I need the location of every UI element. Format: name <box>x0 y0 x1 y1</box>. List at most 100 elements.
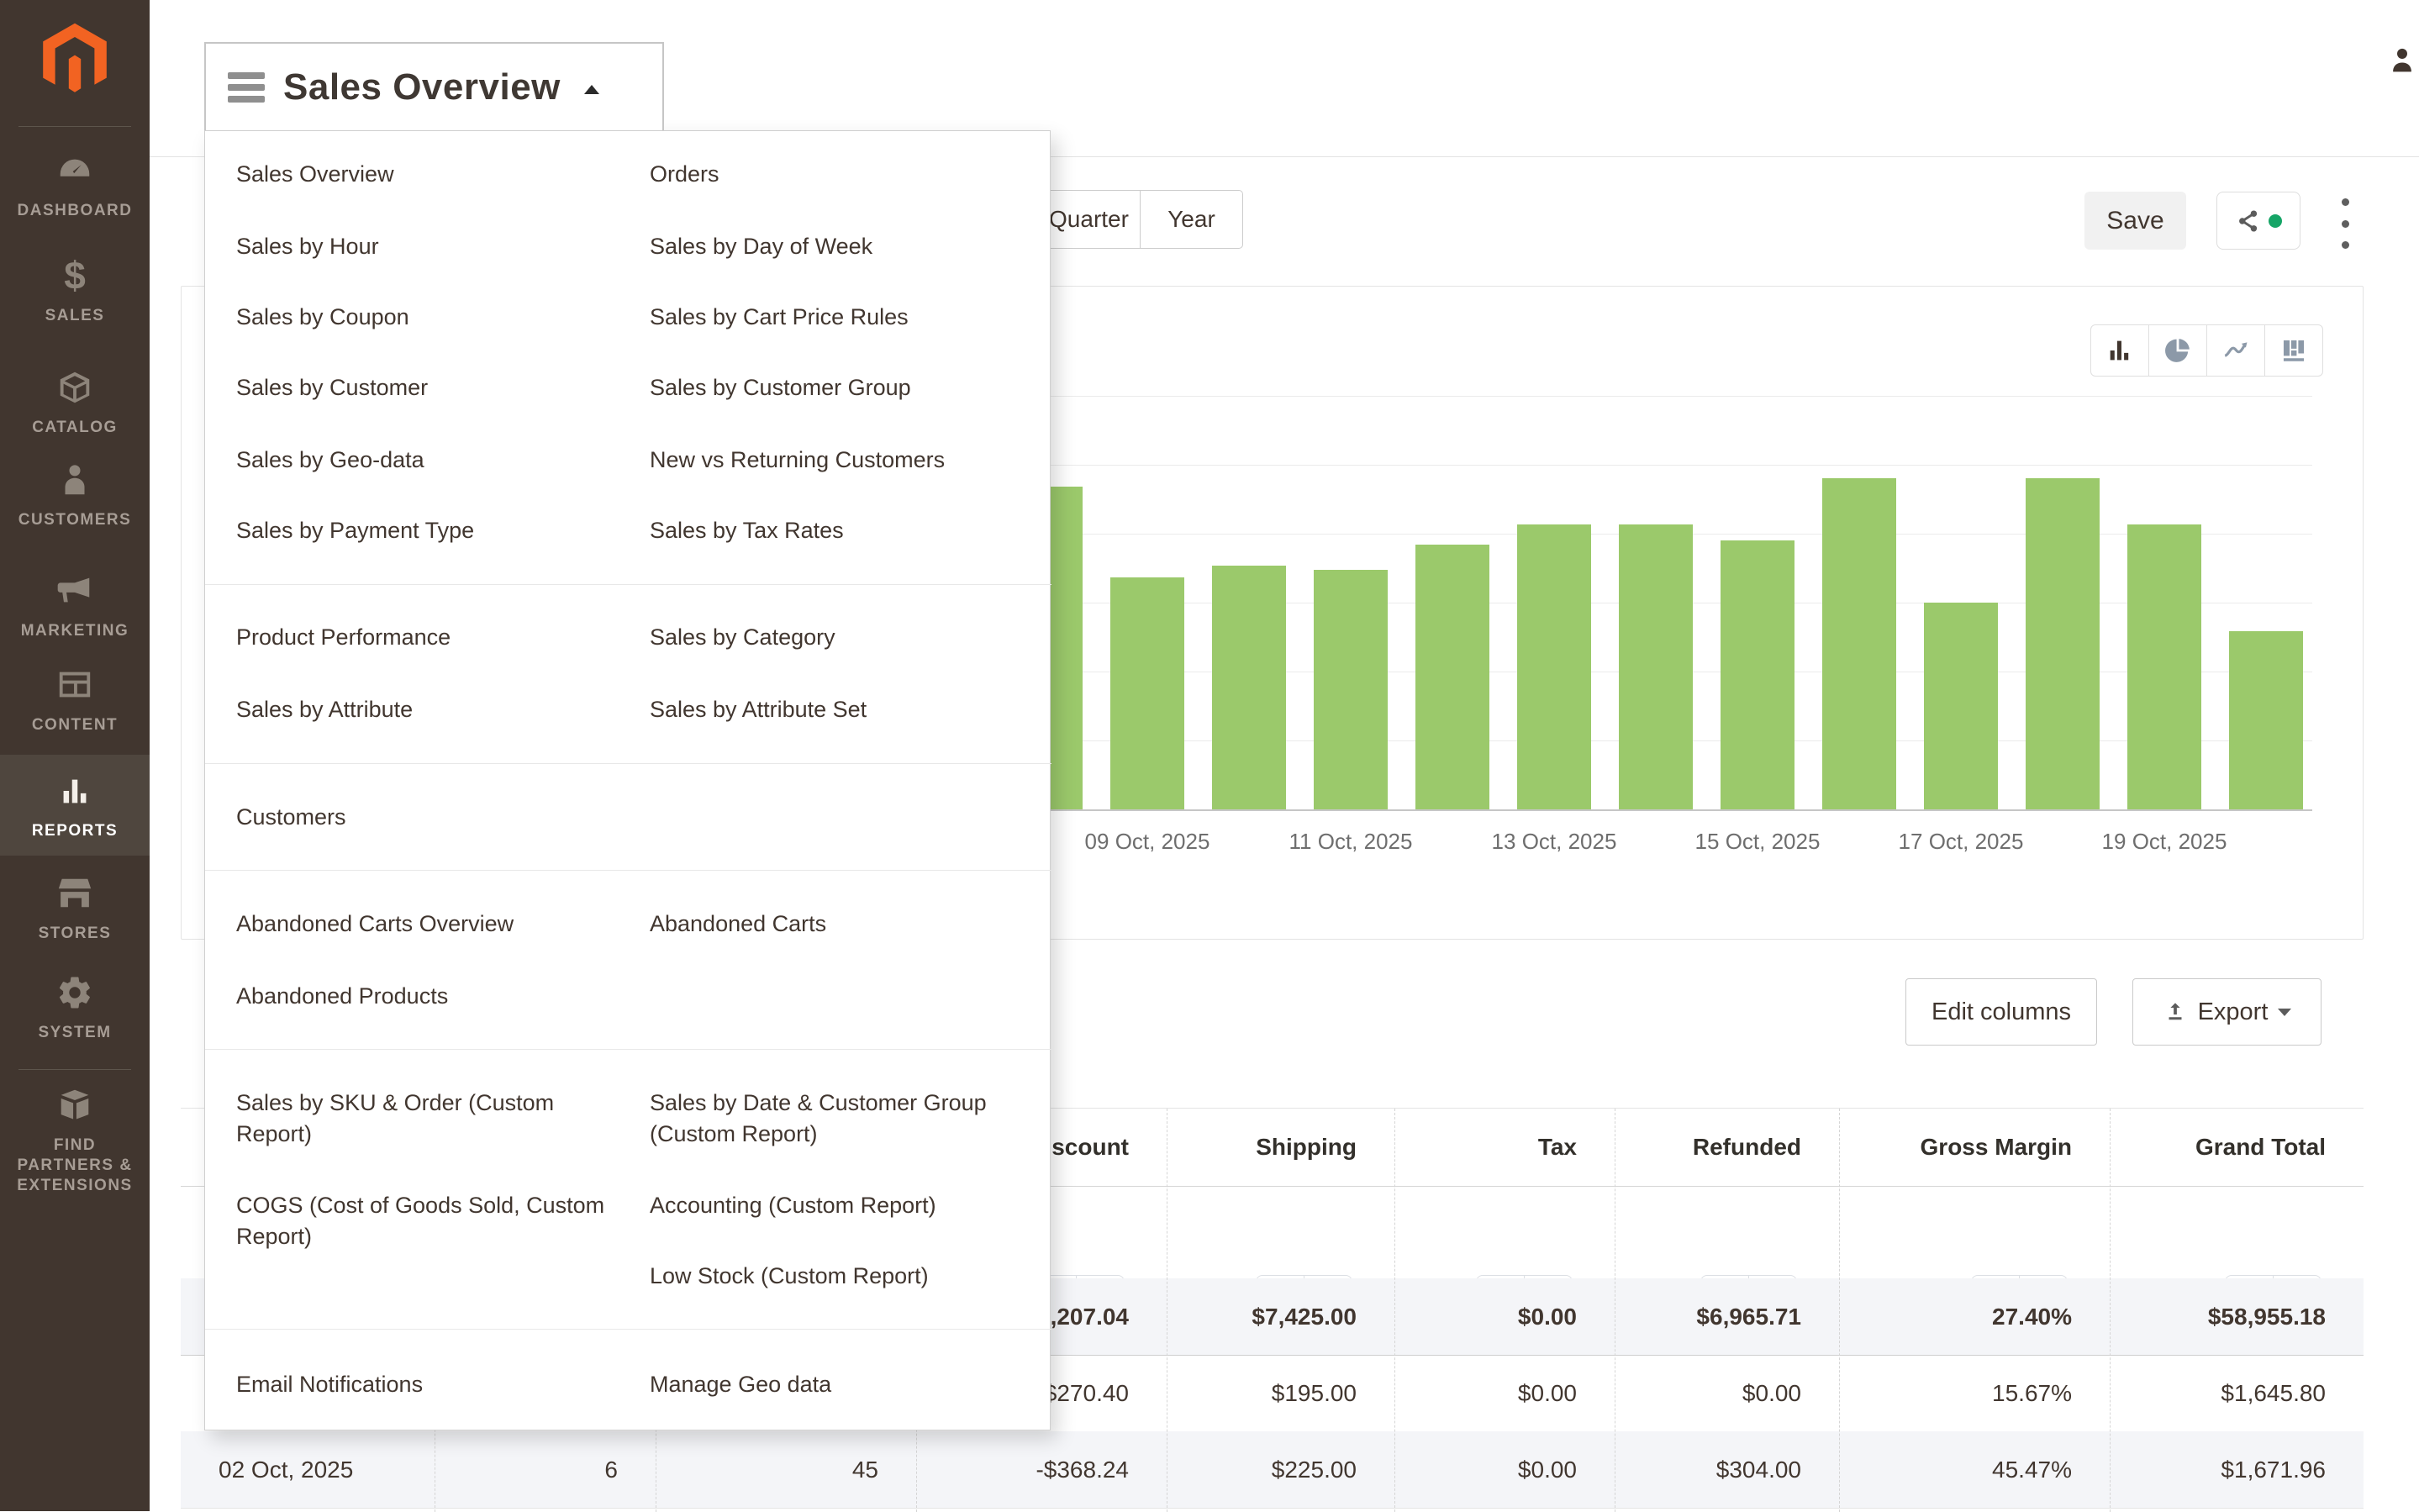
chart-bar[interactable] <box>1517 524 1591 809</box>
chart-type-switcher <box>2091 324 2323 377</box>
menu-item[interactable]: Accounting (Custom Report) <box>650 1190 1032 1221</box>
chart-bar[interactable] <box>1924 603 1998 809</box>
col-header-tax[interactable]: Tax <box>1394 1134 1615 1161</box>
period-year-button[interactable]: Year <box>1140 190 1243 249</box>
menu-item[interactable]: Sales by Cart Price Rules <box>650 302 1032 333</box>
sidebar-item-label: DASHBOARD <box>0 201 150 221</box>
sidebar-item-label: REPORTS <box>0 821 150 841</box>
user-menu[interactable]: demo <box>2385 44 2419 77</box>
magento-logo[interactable] <box>36 22 113 102</box>
chart-bar[interactable] <box>1415 545 1489 809</box>
sidebar-item-label: CATALOG <box>0 418 150 438</box>
sidebar-item-find-partners[interactable]: FIND PARTNERS & EXTENSIONS <box>0 1086 150 1196</box>
menu-item[interactable]: Sales by Tax Rates <box>650 515 1032 546</box>
menu-item[interactable]: Orders <box>650 159 1032 190</box>
menu-item[interactable]: Product Performance <box>236 622 619 653</box>
chart-bar[interactable] <box>1110 577 1184 809</box>
sidebar-item-reports[interactable]: REPORTS <box>0 755 150 856</box>
menu-divider <box>205 584 1051 585</box>
menu-item[interactable]: Sales by Hour <box>236 231 619 262</box>
menu-item[interactable]: Sales by Attribute <box>236 694 619 725</box>
svg-text:$: $ <box>64 256 86 295</box>
upload-icon <box>2163 999 2188 1025</box>
column-separator <box>1839 1109 1840 1512</box>
export-button[interactable]: Export <box>2132 978 2322 1046</box>
admin-sidebar: DASHBOARD $ SALES CATALOG CUSTOMERS MARK… <box>0 0 150 1511</box>
menu-item[interactable]: Low Stock (Custom Report) <box>650 1261 1032 1292</box>
share-button[interactable] <box>2216 192 2300 250</box>
menu-item[interactable]: Sales by SKU & Order (Custom Report) <box>236 1088 619 1150</box>
menu-item[interactable]: Manage Geo data <box>650 1369 1032 1400</box>
menu-divider <box>205 1329 1051 1330</box>
menu-item[interactable]: Sales by Coupon <box>236 302 619 333</box>
kebab-menu-button[interactable] <box>2328 198 2362 249</box>
sidebar-item-marketing[interactable]: MARKETING <box>0 572 150 641</box>
menu-item[interactable]: Sales by Customer Group <box>650 372 1032 403</box>
menu-item[interactable]: Sales by Category <box>650 622 1032 653</box>
chart-bar[interactable] <box>2026 478 2100 809</box>
col-header-refunded[interactable]: Refunded <box>1615 1134 1839 1161</box>
chart-bar[interactable] <box>2127 524 2201 809</box>
table-row[interactable]: 02 Oct, 2025 6 45 -$368.24 $225.00 $0.00… <box>181 1431 2364 1508</box>
chart-type-stacked-button[interactable] <box>2264 324 2323 377</box>
menu-item[interactable]: Sales by Payment Type <box>236 515 619 546</box>
sidebar-item-stores[interactable]: STORES <box>0 874 150 944</box>
report-switcher-trigger[interactable]: Sales Overview <box>204 42 664 130</box>
chart-bar[interactable] <box>2229 631 2303 809</box>
sidebar-divider <box>18 1069 131 1070</box>
period-quarter-button[interactable]: Quarter <box>1037 190 1141 249</box>
sidebar-item-label: SALES <box>0 306 150 326</box>
menu-divider <box>205 763 1051 764</box>
chart-type-pie-button[interactable] <box>2148 324 2207 377</box>
chart-bar[interactable] <box>1619 524 1693 809</box>
bar-chart-icon <box>55 799 94 814</box>
menu-item[interactable]: Sales by Attribute Set <box>650 694 1032 725</box>
menu-item[interactable]: Email Notifications <box>236 1369 619 1400</box>
x-axis-tick: 11 Oct, 2025 <box>1250 829 1452 855</box>
reports-dropdown-menu: Sales Overview Orders Sales by Hour Sales … <box>204 130 1051 1430</box>
gear-icon <box>55 1001 94 1015</box>
menu-item[interactable]: COGS (Cost of Goods Sold, Custom Report) <box>236 1190 619 1252</box>
menu-item[interactable]: Customers <box>236 802 619 833</box>
sidebar-item-sales[interactable]: $ SALES <box>0 256 150 326</box>
sidebar-item-label: CONTENT <box>0 715 150 735</box>
sidebar-item-dashboard[interactable]: DASHBOARD <box>0 151 150 221</box>
column-separator <box>1394 1109 1395 1512</box>
chart-bar[interactable] <box>1721 540 1794 809</box>
save-button[interactable]: Save <box>2084 192 2186 250</box>
storefront-icon <box>55 902 94 916</box>
chart-bar[interactable] <box>1212 566 1286 809</box>
export-label: Export <box>2198 998 2269 1026</box>
sidebar-item-catalog[interactable]: CATALOG <box>0 368 150 438</box>
col-header-gross-margin[interactable]: Gross Margin <box>1839 1134 2110 1161</box>
person-icon <box>55 488 94 503</box>
menu-divider <box>205 1049 1051 1050</box>
sidebar-item-label: STORES <box>0 924 150 944</box>
chevron-up-icon <box>584 85 599 94</box>
sidebar-item-system[interactable]: SYSTEM <box>0 973 150 1043</box>
chart-type-bar-button[interactable] <box>2090 324 2149 377</box>
chart-type-line-button[interactable] <box>2206 324 2265 377</box>
x-axis-tick: 19 Oct, 2025 <box>2063 829 2265 855</box>
menu-item[interactable]: Abandoned Products <box>236 981 619 1012</box>
edit-columns-button[interactable]: Edit columns <box>1905 978 2097 1046</box>
menu-item[interactable]: Sales by Day of Week <box>650 231 1032 262</box>
menu-item[interactable]: Abandoned Carts <box>650 909 1032 940</box>
menu-item[interactable]: Sales by Geo-data <box>236 445 619 476</box>
sidebar-item-label: CUSTOMERS <box>0 510 150 530</box>
menu-item[interactable]: New vs Returning Customers <box>650 445 1032 476</box>
col-header-grand-total[interactable]: Grand Total <box>2110 1134 2364 1161</box>
extension-brick-icon <box>55 1114 94 1128</box>
col-header-shipping[interactable]: Shipping <box>1167 1134 1394 1161</box>
menu-item[interactable]: Sales by Date & Customer Group (Custom R… <box>650 1088 1032 1150</box>
sidebar-item-content[interactable]: CONTENT <box>0 666 150 735</box>
menu-item[interactable]: Sales by Customer <box>236 372 619 403</box>
menu-item[interactable]: Abandoned Carts Overview <box>236 909 619 940</box>
status-dot <box>2269 214 2282 228</box>
sidebar-item-label: SYSTEM <box>0 1023 150 1043</box>
column-separator <box>2110 1109 2111 1512</box>
menu-item[interactable]: Sales Overview <box>236 159 619 190</box>
sidebar-item-customers[interactable]: CUSTOMERS <box>0 461 150 530</box>
chart-bar[interactable] <box>1314 570 1388 809</box>
chart-bar[interactable] <box>1822 478 1896 809</box>
